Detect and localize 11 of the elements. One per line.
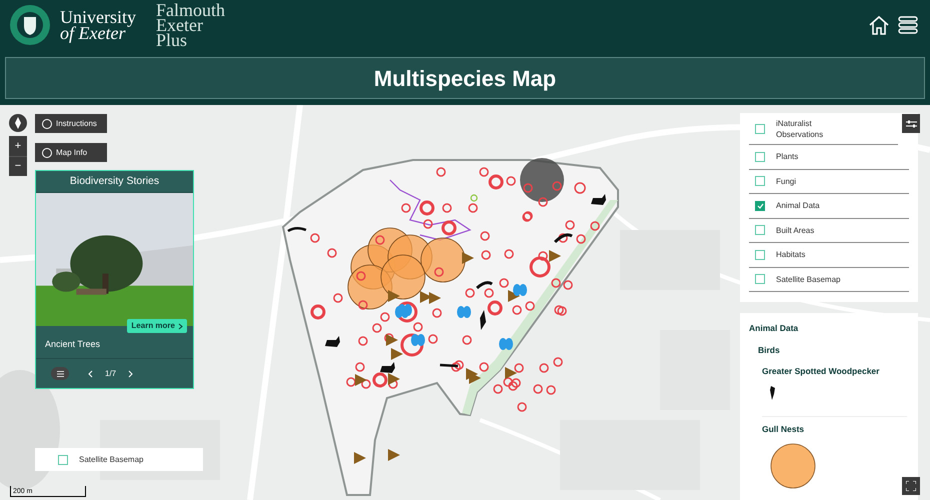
university-name: University [60, 9, 136, 25]
university-name: of Exeter [60, 25, 126, 41]
partner-name: Plus [156, 32, 188, 48]
crest-logo-icon [9, 4, 51, 46]
home-icon [868, 14, 890, 36]
page-title: Multispecies Map [374, 64, 556, 93]
menu-button[interactable] [898, 14, 918, 36]
menu-icon [898, 14, 918, 36]
home-button[interactable] [868, 14, 890, 36]
partner-name: Exeter [156, 18, 203, 32]
partner-name: Falmouth [156, 2, 226, 18]
